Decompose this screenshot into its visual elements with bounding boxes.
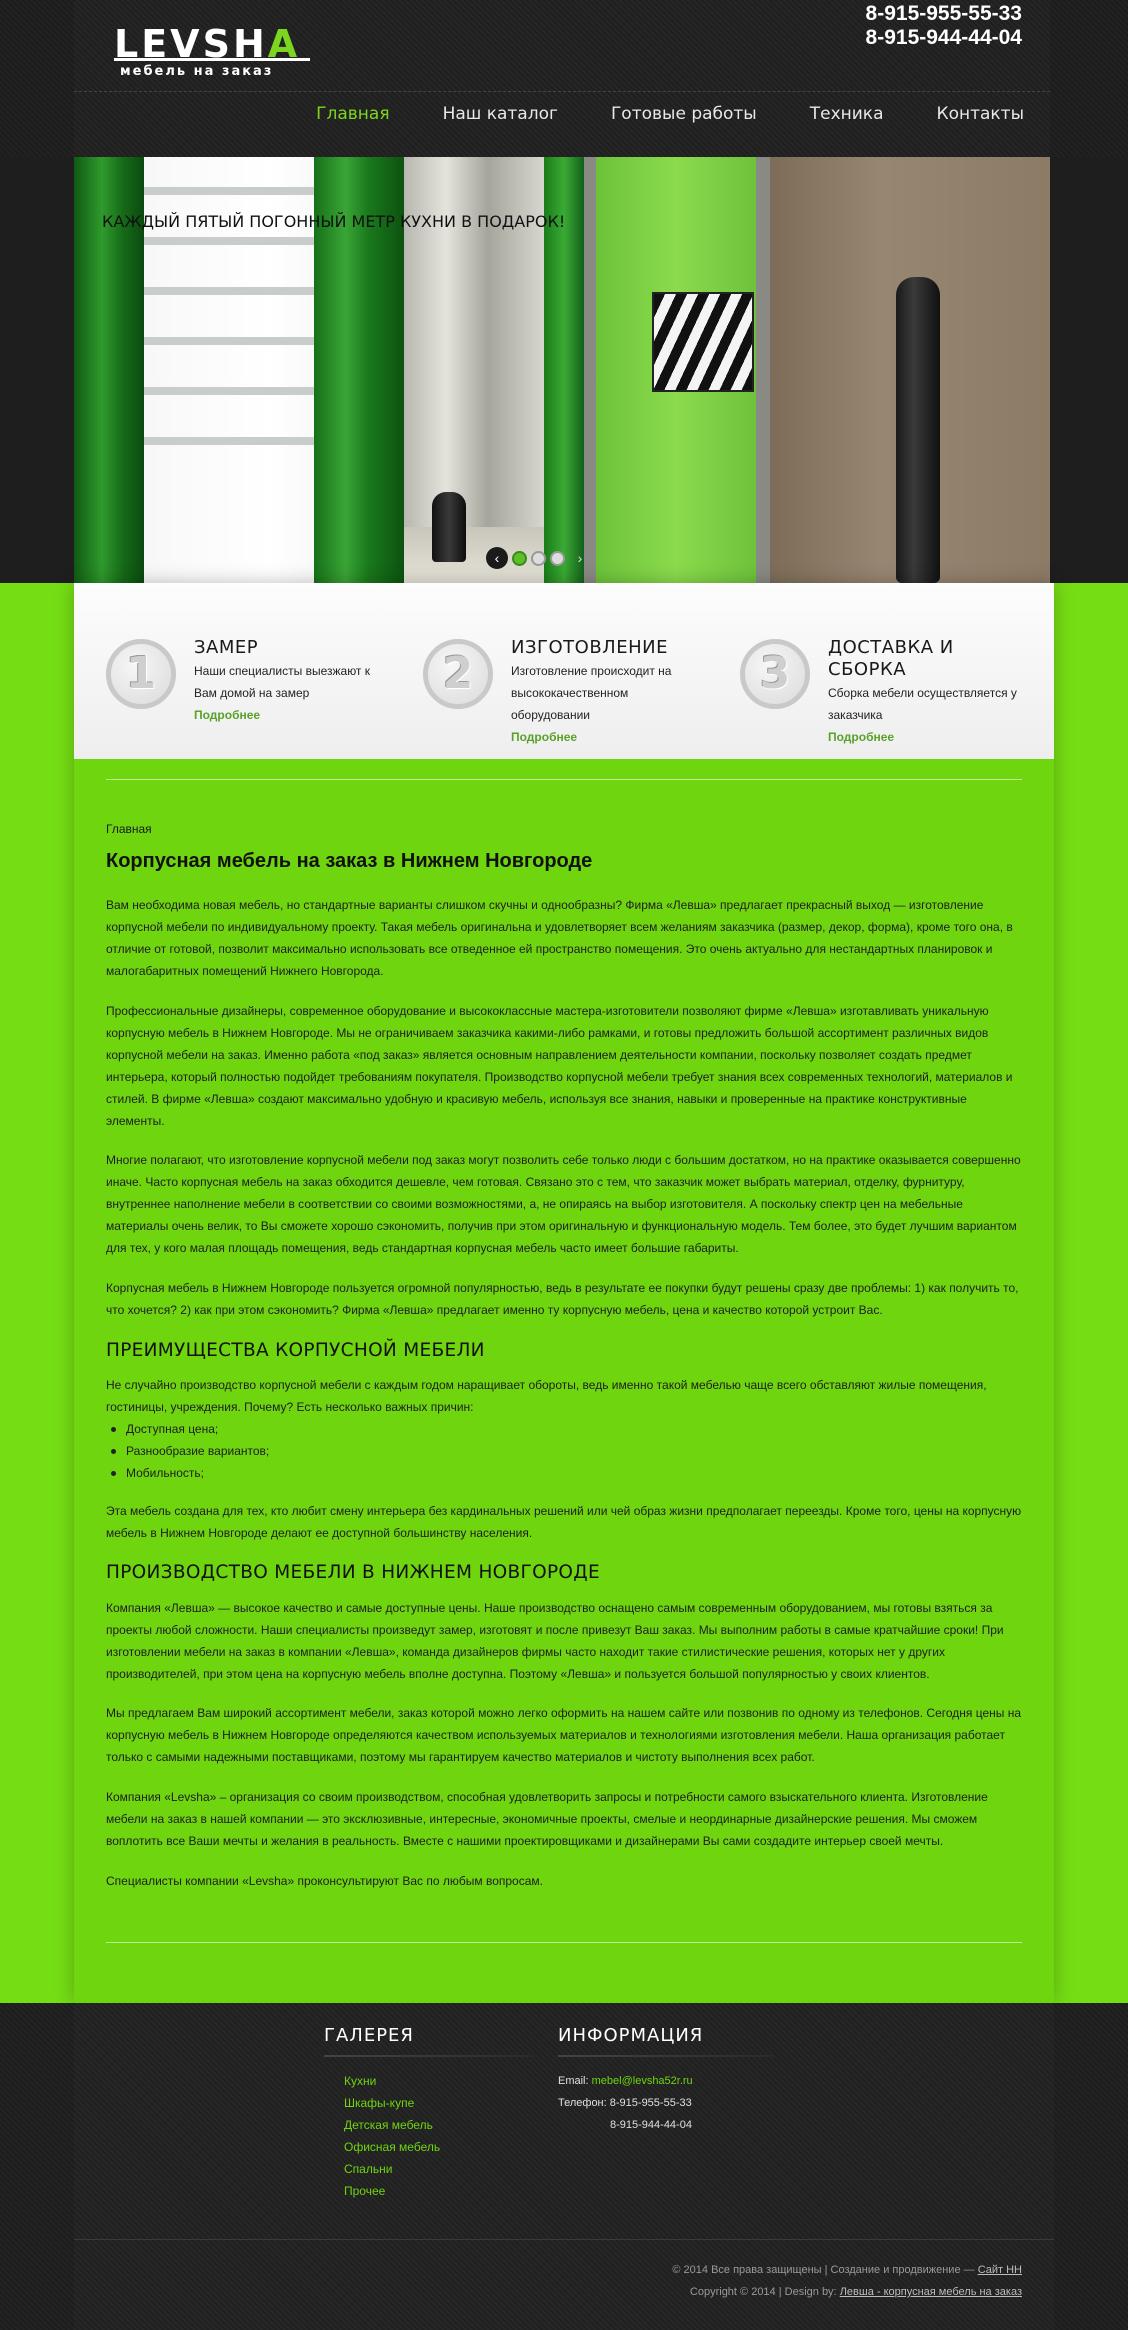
content-divider bbox=[106, 779, 1022, 780]
header-inner: LEVSHA мебель на заказ 8-915-955-55-33 8… bbox=[74, 0, 1050, 157]
nav-item-contacts[interactable]: Контакты bbox=[937, 104, 1025, 124]
footer-link-office[interactable]: Офисная мебель bbox=[344, 2136, 440, 2158]
step-text: Изготовление происходит на высококачеств… bbox=[511, 664, 672, 722]
content-divider bbox=[106, 1942, 1022, 1943]
page: LEVSHA мебель на заказ 8-915-955-55-33 8… bbox=[0, 0, 1128, 2330]
slider-dot-2[interactable] bbox=[531, 550, 546, 566]
footer-link-other[interactable]: Прочее bbox=[344, 2180, 440, 2202]
breadcrumb[interactable]: Главная bbox=[106, 822, 152, 836]
logo-underline bbox=[114, 58, 310, 61]
footer-phone-label: Телефон: bbox=[558, 2097, 607, 2109]
paragraph: Многие полагают, что изготовление корпус… bbox=[106, 1153, 1021, 1255]
step-more-link[interactable]: Подробнее bbox=[828, 730, 894, 744]
site-header: LEVSHA мебель на заказ 8-915-955-55-33 8… bbox=[0, 0, 1128, 157]
copyright-line-1: © 2014 Все права защищены | Создание и п… bbox=[672, 2259, 1022, 2281]
step-manufacturing: 2 ИЗГОТОВЛЕНИЕ Изготовление происходит н… bbox=[391, 583, 701, 759]
step-more-link[interactable]: Подробнее bbox=[194, 708, 260, 722]
step-more-link[interactable]: Подробнее bbox=[511, 730, 577, 744]
footer-email-link[interactable]: mebel@levsha52r.ru bbox=[592, 2075, 693, 2087]
steps-panel: 1 ЗАМЕР Наши специалисты выезжают к Вам … bbox=[74, 583, 1054, 759]
paragraph: Профессиональные дизайнеры, современное … bbox=[106, 1004, 1013, 1128]
list-item: Мобильность; bbox=[106, 1462, 1022, 1484]
step-measure: 1 ЗАМЕР Наши специалисты выезжают к Вам … bbox=[74, 583, 384, 759]
advantages-list: Доступная цена; Разнообразие вариантов; … bbox=[106, 1418, 1022, 1484]
step-title: ДОСТАВКА И СБОРКА bbox=[828, 637, 954, 680]
footer-info-title: ИНФОРМАЦИЯ bbox=[558, 2025, 704, 2046]
header-divider bbox=[74, 91, 1050, 92]
step-delivery: 3 ДОСТАВКА И СБОРКА Сборка мебели осущес… bbox=[708, 583, 1018, 759]
slide-vase bbox=[896, 277, 940, 583]
footer-rule bbox=[558, 2055, 774, 2057]
slide-door-frame bbox=[756, 157, 770, 583]
step-number-icon: 2 bbox=[423, 639, 493, 709]
slider-dot-3[interactable] bbox=[550, 550, 565, 566]
logo-tagline: мебель на заказ bbox=[120, 64, 274, 79]
footer-link-bedrooms[interactable]: Спальни bbox=[344, 2158, 440, 2180]
slide-door-frame bbox=[584, 157, 596, 583]
header-phone-2[interactable]: 8-915-944-44-04 bbox=[866, 26, 1022, 50]
step-title: ЗАМЕР bbox=[194, 637, 259, 658]
section-heading-advantages: ПРЕИМУЩЕСТВА КОРПУСНОЙ МЕБЕЛИ bbox=[106, 1340, 485, 1361]
nav-item-appliances[interactable]: Техника bbox=[810, 104, 884, 124]
footer-phone-2[interactable]: 8-915-944-44-04 bbox=[610, 2114, 692, 2136]
nav-item-works[interactable]: Готовые работы bbox=[611, 104, 757, 124]
section-heading-production: ПРОИЗВОДСТВО МЕБЕЛИ В НИЖНЕМ НОВГОРОДЕ bbox=[106, 1562, 601, 1583]
footer-gallery-title: ГАЛЕРЕЯ bbox=[324, 2025, 414, 2046]
site-footer: ГАЛЕРЕЯ Кухни Шкафы-купе Детская мебель … bbox=[0, 2003, 1128, 2330]
copyright: © 2014 Все права защищены | Создание и п… bbox=[672, 2259, 1022, 2303]
footer-link-wardrobes[interactable]: Шкафы-купе bbox=[344, 2092, 440, 2114]
copyright-link[interactable]: Сайт НН bbox=[978, 2264, 1022, 2276]
main-nav: Главная Наш каталог Готовые работы Техни… bbox=[263, 104, 1024, 124]
slide-caption: КАЖДЫЙ ПЯТЫЙ ПОГОННЫЙ МЕТР КУХНИ В ПОДАР… bbox=[102, 212, 566, 231]
footer-email-line: Email: mebel@levsha52r.ru bbox=[558, 2070, 693, 2092]
slider-controls: ‹ › bbox=[486, 547, 591, 569]
footer-phone-line: Телефон: 8-915-955-55-33 bbox=[558, 2092, 692, 2114]
list-item: Доступная цена; bbox=[106, 1418, 1022, 1440]
footer-phone-1[interactable]: 8-915-955-55-33 bbox=[610, 2097, 692, 2109]
nav-item-catalog[interactable]: Наш каталог bbox=[443, 104, 558, 124]
footer-gallery-links: Кухни Шкафы-купе Детская мебель Офисная … bbox=[344, 2070, 440, 2202]
paragraph: Не случайно производство корпусной мебел… bbox=[106, 1378, 987, 1414]
slider-prev-icon[interactable]: ‹ bbox=[486, 547, 508, 569]
paragraph: Мы предлагаем Вам широкий ассортимент ме… bbox=[106, 1706, 1022, 1764]
footer-link-kids[interactable]: Детская мебель bbox=[344, 2114, 440, 2136]
footer-inner: ГАЛЕРЕЯ Кухни Шкафы-купе Детская мебель … bbox=[74, 2003, 1054, 2330]
header-phones: 8-915-955-55-33 8-915-944-44-04 bbox=[866, 2, 1022, 50]
paragraph: Вам необходима новая мебель, но стандарт… bbox=[106, 898, 1013, 978]
site-logo[interactable]: LEVSHA мебель на заказ bbox=[114, 22, 314, 82]
footer-link-kitchens[interactable]: Кухни bbox=[344, 2070, 440, 2092]
footer-rule bbox=[324, 2055, 534, 2057]
copyright-text: Copyright © 2014 | Design by: bbox=[689, 2286, 837, 2298]
step-number-icon: 1 bbox=[106, 639, 176, 709]
header-phone-1[interactable]: 8-915-955-55-33 bbox=[866, 2, 1022, 26]
copyright-text: © 2014 Все права защищены | Создание и п… bbox=[672, 2264, 975, 2276]
paragraph: Компания «Левша» — высокое качество и са… bbox=[106, 1601, 1004, 1681]
page-title: Корпусная мебель на заказ в Нижнем Новго… bbox=[106, 850, 593, 872]
design-link[interactable]: Левша - корпусная мебель на заказ bbox=[840, 2286, 1022, 2298]
paragraph: Корпусная мебель в Нижнем Новгороде поль… bbox=[106, 1281, 1019, 1317]
paragraph: Компания «Levsha» – организация со своим… bbox=[106, 1790, 988, 1848]
slider-dot-1[interactable] bbox=[512, 550, 527, 566]
copyright-line-2: Copyright © 2014 | Design by: Левша - ко… bbox=[672, 2281, 1022, 2303]
list-item: Разнообразие вариантов; bbox=[106, 1440, 1022, 1462]
step-text: Наши специалисты выезжают к Вам домой на… bbox=[194, 664, 371, 700]
step-title: ИЗГОТОВЛЕНИЕ bbox=[511, 637, 668, 658]
footer-divider bbox=[74, 2239, 1054, 2240]
footer-email-label: Email: bbox=[558, 2075, 589, 2087]
paragraph: Специалисты компании «Levsha» проконсуль… bbox=[106, 1874, 543, 1888]
hero-slider[interactable]: КАЖДЫЙ ПЯТЫЙ ПОГОННЫЙ МЕТР КУХНИ В ПОДАР… bbox=[74, 157, 1050, 583]
nav-item-home[interactable]: Главная bbox=[316, 104, 389, 124]
slide-vase bbox=[432, 492, 466, 562]
slider-next-icon[interactable]: › bbox=[569, 547, 591, 569]
step-number-icon: 3 bbox=[740, 639, 810, 709]
slide-zebra-insert bbox=[652, 292, 754, 392]
paragraph: Эта мебель создана для тех, кто любит см… bbox=[106, 1504, 1022, 1540]
step-text: Сборка мебели осуществляется у заказчика bbox=[828, 686, 1017, 722]
